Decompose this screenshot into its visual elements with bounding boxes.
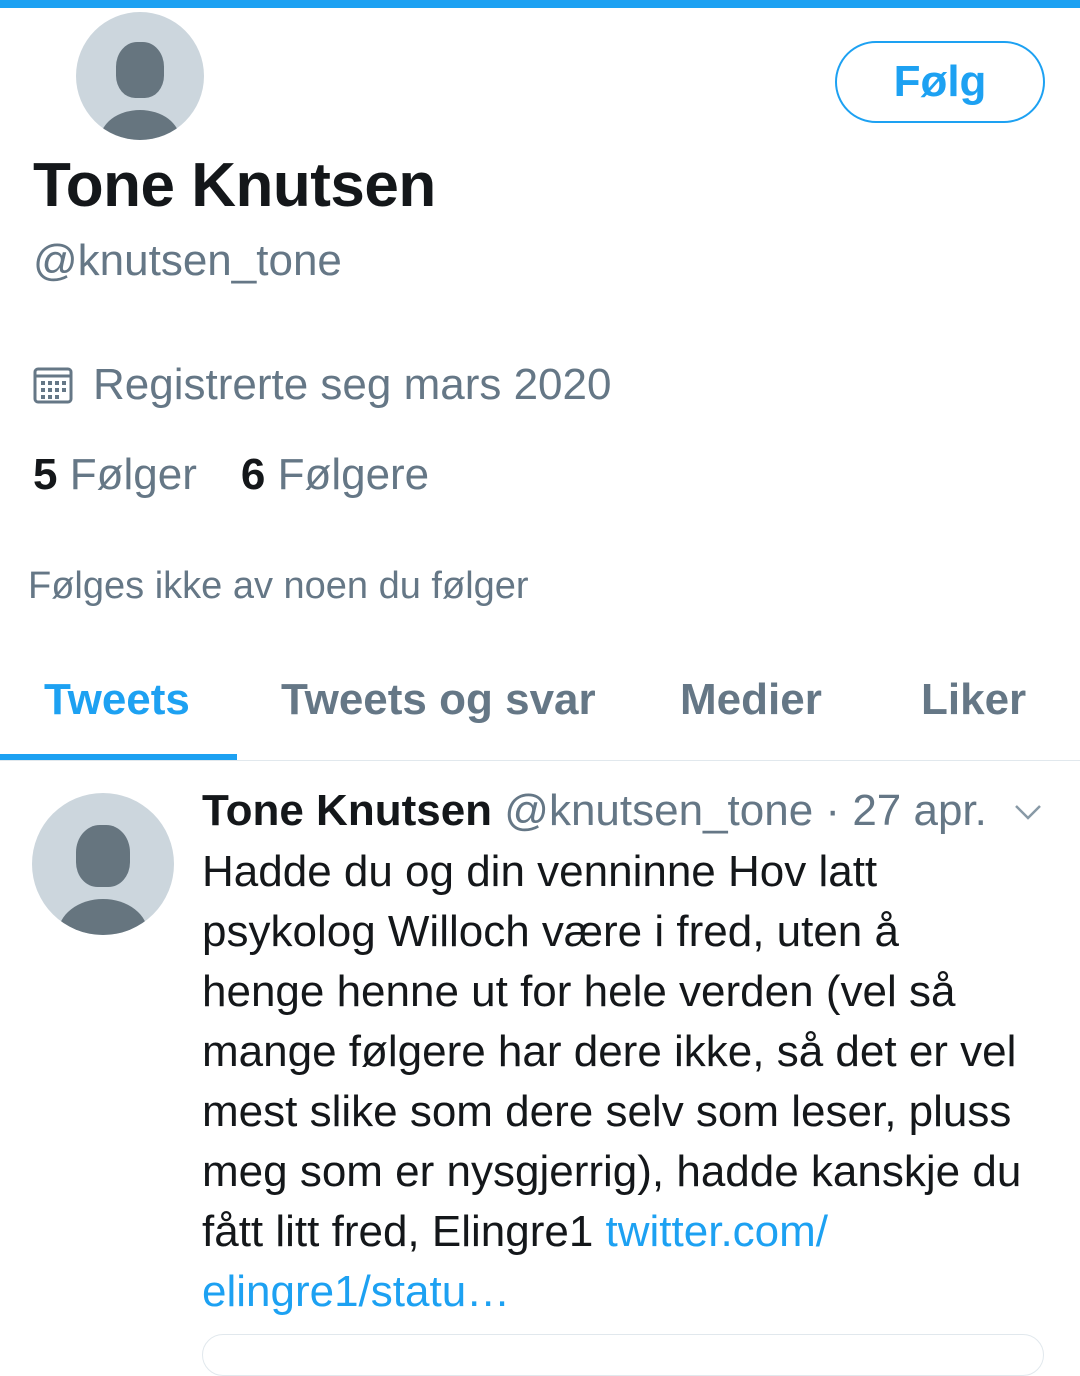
default-avatar-head <box>116 42 164 98</box>
calendar-icon <box>33 367 73 404</box>
active-tab-indicator <box>0 754 237 760</box>
default-avatar-body <box>100 110 180 140</box>
tweet-text: Hadde du og din venninne Hov latt psykol… <box>202 842 1062 1322</box>
following-stat[interactable]: 5 Følger <box>33 450 197 500</box>
profile-avatar[interactable] <box>76 12 204 140</box>
tweet-link-continued[interactable]: elingre1/statu… <box>202 1267 510 1316</box>
default-avatar-head <box>76 825 130 887</box>
follow-button[interactable]: Følg <box>835 41 1045 123</box>
tweet-link[interactable]: twitter.com/ <box>606 1207 829 1256</box>
tweet-author-avatar[interactable] <box>32 793 174 935</box>
join-date: Registrerte seg mars 2020 <box>33 360 611 410</box>
chevron-down-icon[interactable] <box>1012 800 1044 824</box>
tweet-line: elingre1/statu… <box>202 1262 1062 1322</box>
tweet-line: Hadde du og din venninne Hov latt <box>202 847 878 896</box>
tweet-separator: · <box>825 786 841 835</box>
follow-stats: 5 Følger 6 Følgere <box>33 450 473 500</box>
tweet-author-handle: @knutsen_tone <box>504 786 814 835</box>
profile-tabs: Tweets Tweets og svar Medier Liker <box>0 650 1080 761</box>
link-card-preview[interactable] <box>202 1334 1044 1376</box>
tweet-header: Tone Knutsen @knutsen_tone · 27 apr. <box>202 786 987 836</box>
tweet-author-name[interactable]: Tone Knutsen <box>202 786 492 835</box>
following-label: Følger <box>69 450 197 499</box>
tab-media[interactable]: Medier <box>680 675 822 725</box>
tweet-line: mest slike som dere selv som leser, plus… <box>202 1087 1012 1136</box>
profile-display-name: Tone Knutsen <box>33 151 436 220</box>
tweet-line: fått litt fred, Elingre1 twitter.com/ <box>202 1202 1062 1262</box>
tweet-line: henge henne ut for hele verden (vel så <box>202 967 956 1016</box>
tweet-line: mange følgere har dere ikke, så det er v… <box>202 1027 1017 1076</box>
followers-count: 6 <box>240 450 266 499</box>
followed-by-note: Følges ikke av noen du følger <box>28 565 529 607</box>
followers-stat[interactable]: 6 Følgere <box>241 450 429 500</box>
tweet-date[interactable]: 27 apr. <box>852 786 987 835</box>
join-date-text: Registrerte seg mars 2020 <box>93 360 612 409</box>
tab-tweets[interactable]: Tweets <box>44 675 190 725</box>
tweet-line-text: fått litt fred, Elingre1 <box>202 1207 594 1256</box>
followers-label: Følgere <box>277 450 430 499</box>
tab-tweets-and-replies[interactable]: Tweets og svar <box>281 675 596 725</box>
tweet-line: psykolog Willoch være i fred, uten å <box>202 907 899 956</box>
default-avatar-body <box>58 899 148 935</box>
tab-likes[interactable]: Liker <box>921 675 1026 725</box>
following-count: 5 <box>33 450 58 499</box>
top-accent-bar <box>0 0 1080 8</box>
tweet-line: meg som er nysgjerrig), hadde kanskje du <box>202 1147 1022 1196</box>
profile-handle: @knutsen_tone <box>33 236 342 285</box>
